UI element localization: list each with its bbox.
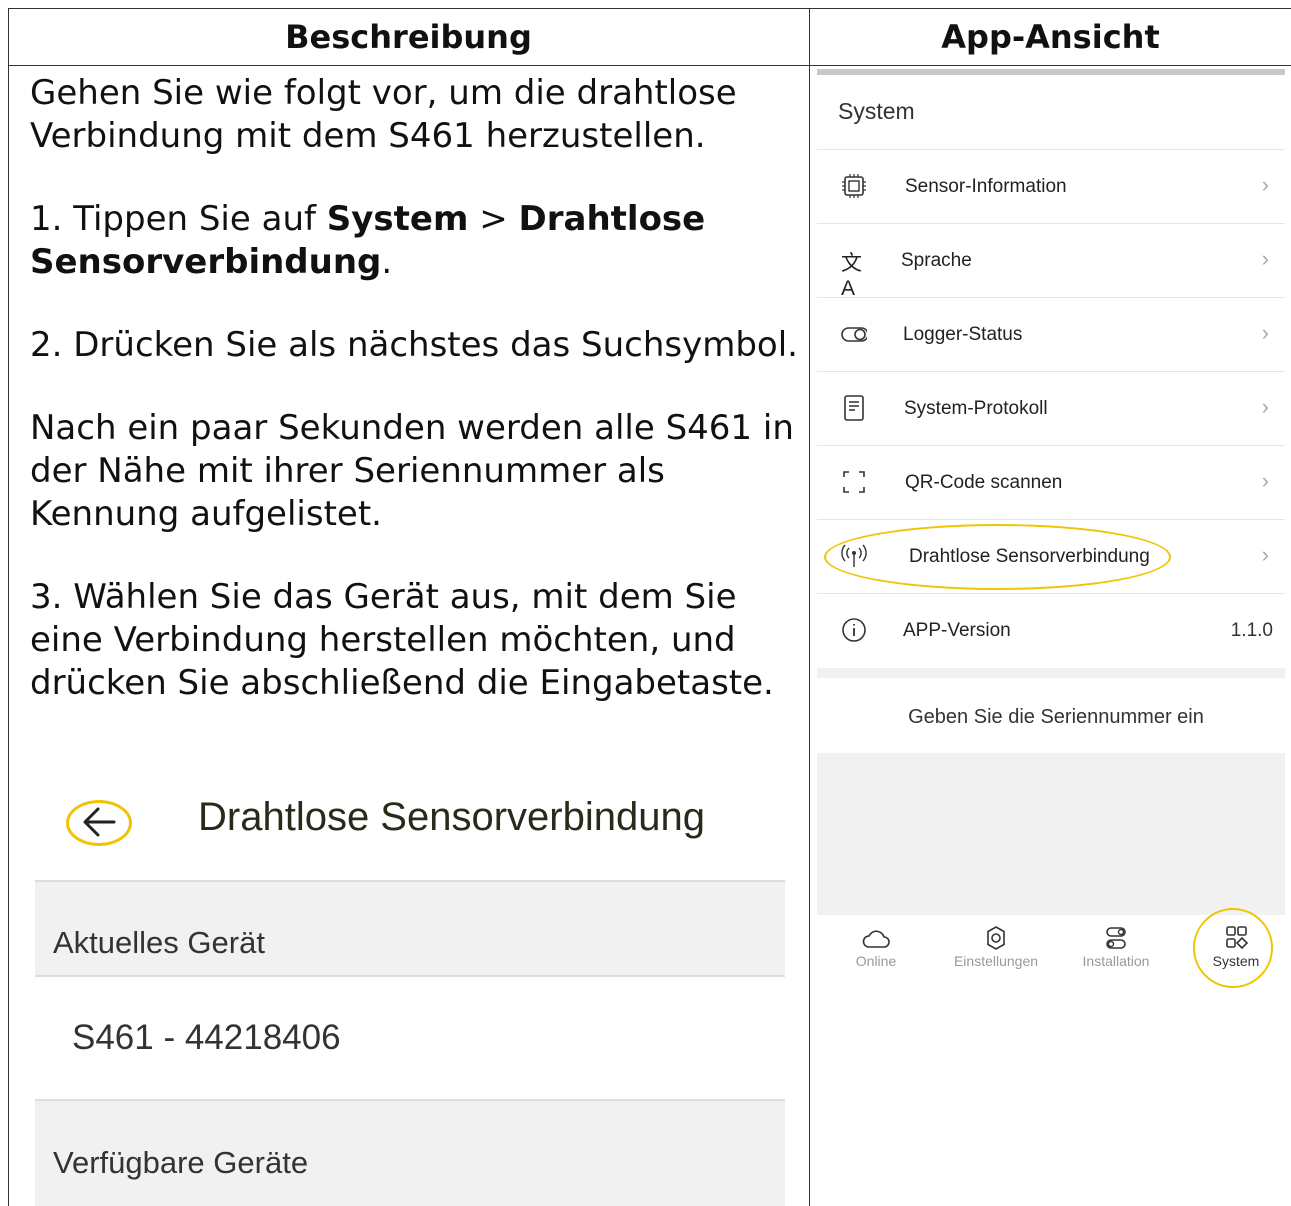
menu-label: Logger-Status — [903, 324, 1023, 345]
wireless-highlight-ring — [824, 524, 1171, 590]
tab-online[interactable]: Online — [821, 915, 931, 969]
column-header-app-view: App-Ansicht — [941, 17, 1160, 56]
app-version-value: 1.1.0 — [1230, 620, 1273, 641]
header-divider — [8, 65, 1291, 66]
chevron-right-icon: › — [1261, 542, 1269, 567]
step-1: 1. Tippen Sie auf System > Drahtlose Sen… — [30, 199, 706, 282]
menu-item-logger-status[interactable]: Logger-Status › — [817, 297, 1285, 371]
divider — [35, 975, 785, 977]
info-icon — [842, 618, 866, 642]
chevron-right-icon: › — [1261, 394, 1269, 419]
column-header-description: Beschreibung — [285, 17, 532, 56]
description-text: Gehen Sie wie folgt vor, um die drahtlos… — [30, 72, 800, 745]
scan-icon — [843, 471, 865, 493]
gear-icon — [987, 926, 1005, 950]
chevron-right-icon: › — [1261, 468, 1269, 493]
step-1-system: System — [326, 199, 469, 239]
toggle-icon — [841, 327, 867, 342]
step-2: 2. Drücken Sie als nächstes das Suchsymb… — [30, 325, 798, 365]
separator-strip — [817, 668, 1285, 678]
app-section-title: System — [838, 98, 915, 124]
note-paragraph: Nach ein paar Sekunden werden alle S461 … — [30, 408, 794, 534]
menu-label: QR-Code scannen — [905, 472, 1063, 493]
current-device-value[interactable]: S461 - 44218406 — [72, 1018, 341, 1058]
menu-item-system-log[interactable]: System-Protokoll › — [817, 371, 1285, 445]
system-menu: Sensor-Information › 文A Sprache › Logger… — [817, 149, 1285, 667]
app-top-bar — [817, 69, 1285, 75]
menu-item-language[interactable]: 文A Sprache › — [817, 223, 1285, 300]
menu-label: APP-Version — [903, 620, 1011, 641]
menu-label: Sensor-Information — [905, 176, 1067, 197]
chip-icon — [842, 174, 866, 198]
system-tab-highlight-ring — [1193, 908, 1273, 988]
menu-item-app-version: APP-Version 1.1.0 — [817, 593, 1285, 667]
chevron-right-icon: › — [1261, 172, 1269, 197]
tab-settings[interactable]: Einstellungen — [941, 915, 1051, 969]
current-device-label: Aktuelles Gerät — [53, 925, 265, 960]
available-devices-label: Verfügbare Geräte — [53, 1145, 309, 1180]
document-icon — [844, 395, 864, 421]
chevron-right-icon: › — [1261, 320, 1269, 345]
translate-icon: 文A — [841, 252, 862, 300]
menu-item-sensor-information[interactable]: Sensor-Information › — [817, 149, 1285, 223]
menu-label: Sprache — [901, 250, 972, 271]
intro-paragraph: Gehen Sie wie folgt vor, um die drahtlos… — [30, 73, 737, 156]
serial-input-area[interactable] — [817, 753, 1285, 915]
tab-installation[interactable]: Installation — [1061, 915, 1171, 969]
back-arrow-icon[interactable] — [78, 803, 120, 841]
serial-input-hint: Geben Sie die Seriennummer ein — [908, 706, 1204, 728]
cloud-icon — [862, 930, 890, 948]
chevron-right-icon: › — [1261, 246, 1269, 271]
column-divider — [809, 8, 810, 1206]
menu-item-qr-scan[interactable]: QR-Code scannen › — [817, 445, 1285, 519]
toggles-icon — [1106, 927, 1126, 949]
mockup-title: Drahtlose Sensorverbindung — [198, 795, 705, 839]
step-3: 3. Wählen Sie das Gerät aus, mit dem Sie… — [30, 577, 774, 703]
menu-label: System-Protokoll — [904, 398, 1048, 419]
